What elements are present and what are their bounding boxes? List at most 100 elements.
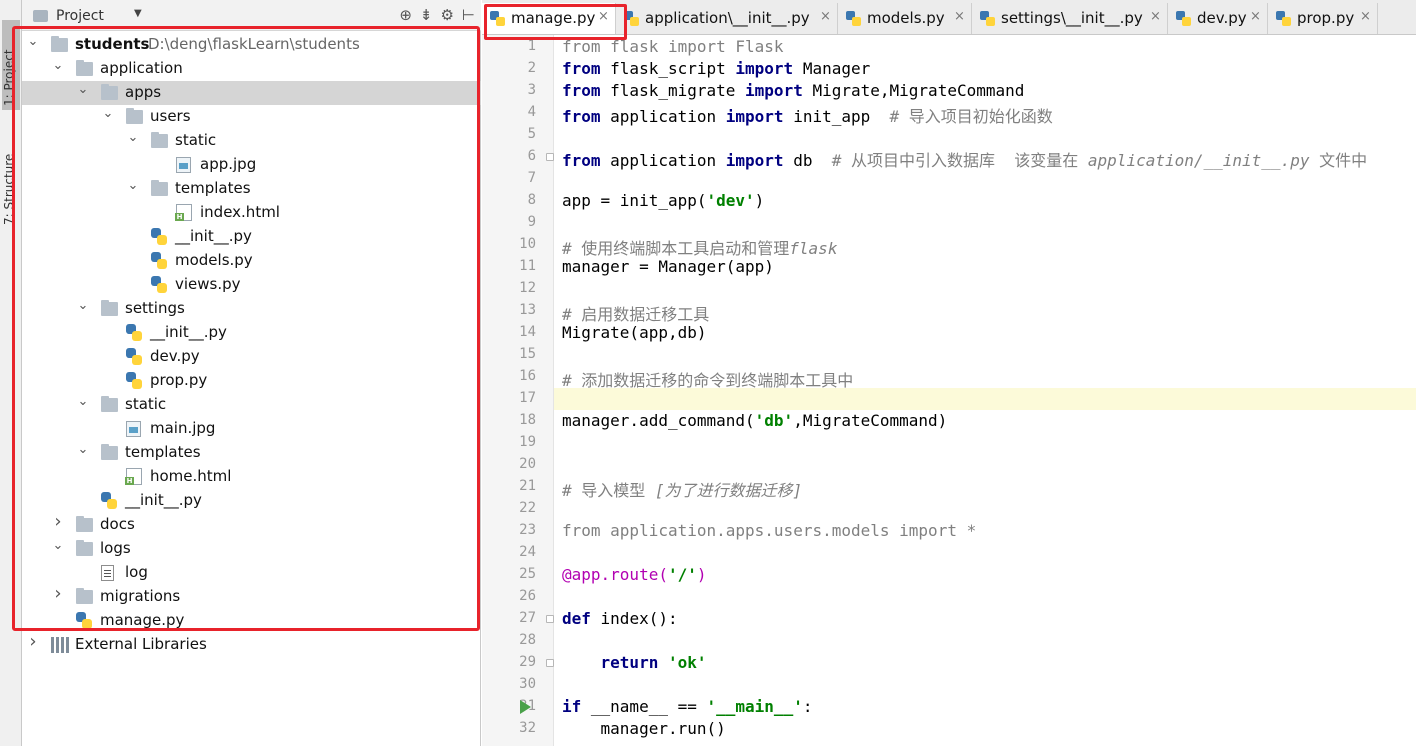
code-line[interactable]: from flask_migrate import Migrate,Migrat… [554, 80, 1416, 102]
code-area[interactable]: from flask import Flask from flask_script… [554, 35, 1416, 746]
code-line[interactable] [554, 168, 1416, 190]
code-line[interactable] [554, 278, 1416, 300]
tree-item-label: static [175, 131, 217, 149]
fold-icon[interactable] [546, 615, 554, 623]
tree-item[interactable]: ⌄ templates [22, 177, 481, 201]
code-line[interactable]: Migrate(app,db) [554, 322, 1416, 344]
code-line[interactable]: @app.route('/') [554, 564, 1416, 586]
tree-item[interactable]: Hindex.html [22, 201, 481, 225]
chevron-down-icon[interactable]: ⌄ [76, 394, 90, 409]
code-line[interactable] [554, 630, 1416, 652]
fold-icon[interactable] [546, 153, 554, 161]
code-line[interactable]: from application import db # 从项目中引入数据库 该… [554, 146, 1416, 170]
code-line[interactable] [554, 388, 1416, 410]
chevron-down-icon[interactable]: ⌄ [51, 58, 65, 73]
close-icon[interactable]: × [1360, 9, 1371, 24]
tree-item[interactable]: ⌄ static [22, 129, 481, 153]
code-line[interactable]: from flask import Flask [554, 36, 1416, 58]
gear-icon[interactable]: ⚙ [440, 6, 453, 24]
chevron-down-icon[interactable]: ⌄ [126, 178, 140, 193]
collapse-all-icon[interactable]: ⇟ [420, 6, 433, 24]
tree-item[interactable]: dev.py [22, 345, 481, 369]
close-icon[interactable]: × [820, 9, 831, 24]
close-icon[interactable]: × [1250, 9, 1261, 24]
chevron-down-icon[interactable]: ⌄ [76, 82, 90, 97]
editor-tab[interactable]: models.py × [838, 3, 972, 34]
code-line[interactable]: # 启用数据迁移工具 [554, 300, 1416, 324]
code-line[interactable]: manager.add_command('db',MigrateCommand) [554, 410, 1416, 432]
editor-tab[interactable]: dev.py × [1168, 3, 1268, 34]
close-icon[interactable]: × [1150, 9, 1161, 24]
chevron-down-icon[interactable]: ▼ [134, 8, 142, 19]
project-tool-tab[interactable]: 1: Project [2, 20, 20, 110]
run-icon[interactable] [520, 700, 531, 714]
code-line[interactable]: # 添加数据迁移的命令到终端脚本工具中 [554, 366, 1416, 390]
tree-item[interactable]: ⌄ application [22, 57, 481, 81]
tree-item[interactable]: › docs [22, 511, 481, 537]
tree-item[interactable]: ⌄ static [22, 393, 481, 417]
code-line[interactable]: def index(): [554, 608, 1416, 630]
tree-item[interactable]: log [22, 561, 481, 585]
code-line[interactable] [554, 586, 1416, 608]
close-icon[interactable]: × [598, 9, 609, 24]
close-icon[interactable]: × [954, 9, 965, 24]
chevron-right-icon[interactable]: › [51, 511, 65, 532]
editor-tab-label: models.py [867, 9, 945, 27]
chevron-down-icon[interactable]: ⌄ [26, 34, 40, 49]
chevron-down-icon[interactable]: ⌄ [76, 298, 90, 313]
chevron-down-icon[interactable]: ⌄ [76, 442, 90, 457]
code-line[interactable]: manager.run() [554, 718, 1416, 740]
code-line[interactable]: app = init_app('dev') [554, 190, 1416, 212]
code-line[interactable] [554, 674, 1416, 696]
line-number: 32 [519, 720, 536, 736]
code-line[interactable]: from application.apps.users.models impor… [554, 520, 1416, 542]
code-line[interactable] [554, 498, 1416, 520]
code-line[interactable]: # 使用终端脚本工具启动和管理flask [554, 234, 1416, 258]
code-line[interactable]: if __name__ == '__main__': [554, 696, 1416, 718]
tree-item[interactable]: manage.py [22, 609, 481, 633]
chevron-down-icon[interactable]: ⌄ [101, 106, 115, 121]
chevron-down-icon[interactable]: ⌄ [51, 538, 65, 553]
tree-item[interactable]: Hhome.html [22, 465, 481, 489]
structure-tool-tab[interactable]: 7: Structure [2, 130, 16, 225]
code-line[interactable] [554, 344, 1416, 366]
tree-item[interactable]: ⌄ users [22, 105, 481, 129]
tree-item[interactable]: __init__.py [22, 489, 481, 513]
chevron-right-icon[interactable]: › [51, 583, 65, 604]
code-line[interactable]: manager = Manager(app) [554, 256, 1416, 278]
tree-item[interactable]: ⌄ settings [22, 297, 481, 321]
code-line[interactable] [554, 432, 1416, 454]
code-line[interactable]: from application import init_app # 导入项目初… [554, 102, 1416, 126]
tree-item[interactable]: models.py [22, 249, 481, 273]
code-line[interactable] [554, 212, 1416, 234]
code-line[interactable]: from flask_script import Manager [554, 58, 1416, 80]
tree-item[interactable]: __init__.py [22, 225, 481, 249]
project-panel-title[interactable]: Project [56, 8, 104, 24]
code-line[interactable] [554, 454, 1416, 476]
tree-item[interactable]: prop.py [22, 369, 481, 393]
code-line[interactable] [554, 124, 1416, 146]
tree-item[interactable]: main.jpg [22, 417, 481, 441]
code-line[interactable]: return 'ok' [554, 652, 1416, 674]
folder-icon [76, 540, 93, 556]
tree-item[interactable]: › External Libraries [22, 631, 481, 657]
code-line[interactable] [554, 542, 1416, 564]
chevron-right-icon[interactable]: › [26, 631, 40, 652]
tree-item[interactable]: app.jpg [22, 153, 481, 177]
code-line[interactable]: # 导入模型 [为了进行数据迁移] [554, 476, 1416, 500]
editor-tab[interactable]: application\__init__.py × [616, 3, 838, 34]
tree-item[interactable]: › migrations [22, 583, 481, 609]
tree-item[interactable]: ⌄ logs [22, 537, 481, 561]
editor-tab[interactable]: settings\__init__.py × [972, 3, 1168, 34]
editor-tab[interactable]: prop.py × [1268, 3, 1378, 34]
tree-item[interactable]: ⌄ students D:\deng\flaskLearn\students [22, 33, 481, 57]
fold-icon[interactable] [546, 659, 554, 667]
chevron-down-icon[interactable]: ⌄ [126, 130, 140, 145]
locate-icon[interactable]: ⊕ [399, 6, 412, 24]
tree-item[interactable]: ⌄ apps [22, 81, 481, 105]
tree-item[interactable]: ⌄ templates [22, 441, 481, 465]
editor-tab[interactable]: manage.py × [482, 3, 616, 34]
tree-item[interactable]: views.py [22, 273, 481, 297]
tree-item[interactable]: __init__.py [22, 321, 481, 345]
hide-panel-icon[interactable]: ⊢ [462, 6, 475, 24]
